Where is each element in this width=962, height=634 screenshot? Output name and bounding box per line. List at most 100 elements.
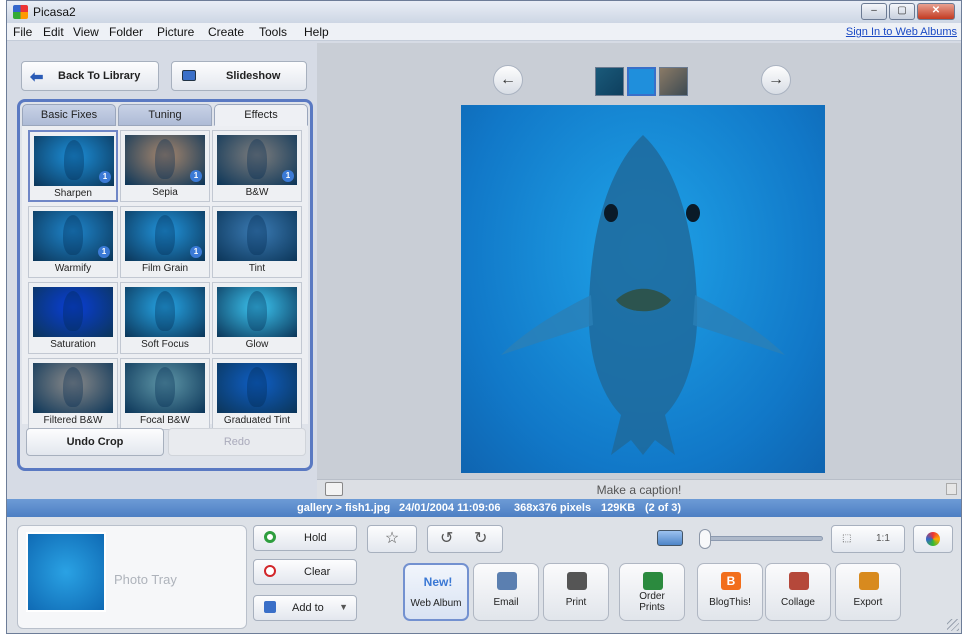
blogthis-button[interactable]: B BlogThis! <box>697 563 763 621</box>
close-button[interactable]: ✕ <box>917 3 955 20</box>
sign-in-link[interactable]: Sign In to Web Albums <box>846 26 957 38</box>
menu-help[interactable]: Help <box>304 25 329 39</box>
web-album-icon: New! <box>423 575 453 589</box>
undo-crop-button[interactable]: Undo Crop <box>26 428 164 456</box>
menu-folder[interactable]: Folder <box>109 25 143 39</box>
picasa-logo-icon <box>13 5 28 19</box>
color-picker-button[interactable] <box>913 525 953 553</box>
effect-focal-b-w[interactable]: Focal B&W <box>120 358 210 430</box>
view-size-buttons: ⬚ 1:1 <box>831 525 905 553</box>
resize-grip-icon[interactable] <box>947 619 959 631</box>
action-label: Web Album <box>410 598 462 609</box>
order-prints-button[interactable]: Order Prints <box>619 563 685 621</box>
export-button[interactable]: Export <box>835 563 901 621</box>
action-label: Collage <box>781 597 815 608</box>
rotate-right-icon[interactable]: ↻ <box>474 526 487 552</box>
fish-preview-icon <box>247 291 267 331</box>
fish-preview-icon <box>63 215 83 255</box>
applied-count-badge: 1 <box>99 171 111 183</box>
hold-icon <box>264 531 276 543</box>
menu-file[interactable]: File <box>13 25 32 39</box>
star-button[interactable]: ☆ <box>367 525 417 553</box>
photo-tray: Photo Tray <box>17 525 247 629</box>
fish-preview-icon <box>64 140 84 180</box>
tab-effects[interactable]: Effects <box>214 104 308 126</box>
tray-thumbnail[interactable] <box>26 532 106 612</box>
effect-thumbnail <box>217 211 297 261</box>
effect-soft-focus[interactable]: Soft Focus <box>120 282 210 354</box>
fish-preview-icon <box>155 215 175 255</box>
add-to-button[interactable]: Add to ▼ <box>253 595 357 621</box>
applied-count-badge: 1 <box>282 170 294 182</box>
bottom-panel: Photo Tray Hold Clear Add to ▼ ☆ ↺ ↻ ⬚ 1… <box>7 517 961 633</box>
effect-thumbnail <box>125 363 205 413</box>
effect-filtered-b-w[interactable]: Filtered B&W <box>28 358 118 430</box>
effect-label: Warmify <box>54 263 92 274</box>
effect-label: Tint <box>248 263 266 274</box>
effect-thumbnail: 1 <box>125 135 205 185</box>
status-position: (2 of 3) <box>645 502 682 514</box>
hold-button[interactable]: Hold <box>253 525 357 551</box>
effect-saturation[interactable]: Saturation <box>28 282 118 354</box>
tab-tuning[interactable]: Tuning <box>118 104 212 126</box>
effects-grid: 1 Sharpen 1 Sepia 1 B&W 1 Warmify 1 Film Grain Tin… <box>22 126 308 430</box>
web-album-button[interactable]: New! Web Album <box>403 563 469 621</box>
action-label: Order Prints <box>639 591 665 613</box>
effect-sepia[interactable]: 1 Sepia <box>120 130 210 202</box>
effect-label: Filtered B&W <box>43 415 103 426</box>
slideshow-icon <box>182 70 196 81</box>
effect-thumbnail: 1 <box>34 136 114 186</box>
edit-tabs: Basic Fixes Tuning Effects 1 Sharpen 1 Sepi… <box>17 99 313 471</box>
photo-viewer: ← → Make a caption! <box>317 43 961 499</box>
back-arrow-icon: ⬅ <box>30 69 44 86</box>
zoom-icon <box>657 530 683 546</box>
print-button[interactable]: Print <box>543 563 609 621</box>
previous-photo-button[interactable]: ← <box>493 65 523 95</box>
menu-create[interactable]: Create <box>208 25 244 39</box>
main-photo <box>461 105 825 473</box>
slideshow-button[interactable]: Slideshow <box>171 61 307 91</box>
effect-film-grain[interactable]: 1 Film Grain <box>120 206 210 278</box>
effect-graduated-tint[interactable]: Graduated Tint <box>212 358 302 430</box>
menu-tools[interactable]: Tools <box>259 25 287 39</box>
menu-view[interactable]: View <box>73 25 99 39</box>
effect-thumbnail <box>217 287 297 337</box>
menu-picture[interactable]: Picture <box>157 25 194 39</box>
tab-basic-fixes[interactable]: Basic Fixes <box>22 104 116 126</box>
filmstrip-thumb-current[interactable] <box>627 67 656 96</box>
fish-preview-icon <box>247 215 267 255</box>
effect-sharpen[interactable]: 1 Sharpen <box>28 130 118 202</box>
email-button[interactable]: Email <box>473 563 539 621</box>
clear-icon <box>264 565 276 577</box>
fit-to-window-icon[interactable]: ⬚ <box>842 526 851 552</box>
effect-label: Focal B&W <box>139 415 190 426</box>
caption-input[interactable]: Make a caption! <box>317 483 961 497</box>
collage-button[interactable]: Collage <box>765 563 831 621</box>
minimize-button[interactable]: – <box>861 3 887 20</box>
zoom-slider-track[interactable] <box>703 536 823 541</box>
filmstrip-thumb[interactable] <box>659 67 688 96</box>
status-bar: gallery > fish1.jpg 24/01/2004 11:09:06 … <box>7 499 961 517</box>
next-photo-button[interactable]: → <box>761 65 791 95</box>
effect-b-w[interactable]: 1 B&W <box>212 130 302 202</box>
clear-button[interactable]: Clear <box>253 559 357 585</box>
zoom-slider-handle[interactable] <box>699 529 711 549</box>
fish-preview-icon <box>155 291 175 331</box>
maximize-button[interactable]: ▢ <box>889 3 915 20</box>
album-icon <box>264 601 276 613</box>
effect-thumbnail <box>217 363 297 413</box>
title-bar: Picasa2 – ▢ ✕ <box>7 1 961 23</box>
effect-thumbnail: 1 <box>217 135 297 185</box>
filmstrip-thumb[interactable] <box>595 67 624 96</box>
effect-label: Soft Focus <box>141 339 189 350</box>
trash-icon[interactable] <box>946 483 957 495</box>
effect-tint[interactable]: Tint <box>212 206 302 278</box>
effect-label: Graduated Tint <box>223 415 291 426</box>
back-to-library-button[interactable]: ⬅ Back To Library <box>21 61 159 91</box>
actual-size-button[interactable]: 1:1 <box>876 526 890 552</box>
redo-button[interactable]: Redo <box>168 428 306 456</box>
menu-edit[interactable]: Edit <box>43 25 64 39</box>
effect-warmify[interactable]: 1 Warmify <box>28 206 118 278</box>
rotate-left-icon[interactable]: ↺ <box>440 526 453 552</box>
effect-glow[interactable]: Glow <box>212 282 302 354</box>
